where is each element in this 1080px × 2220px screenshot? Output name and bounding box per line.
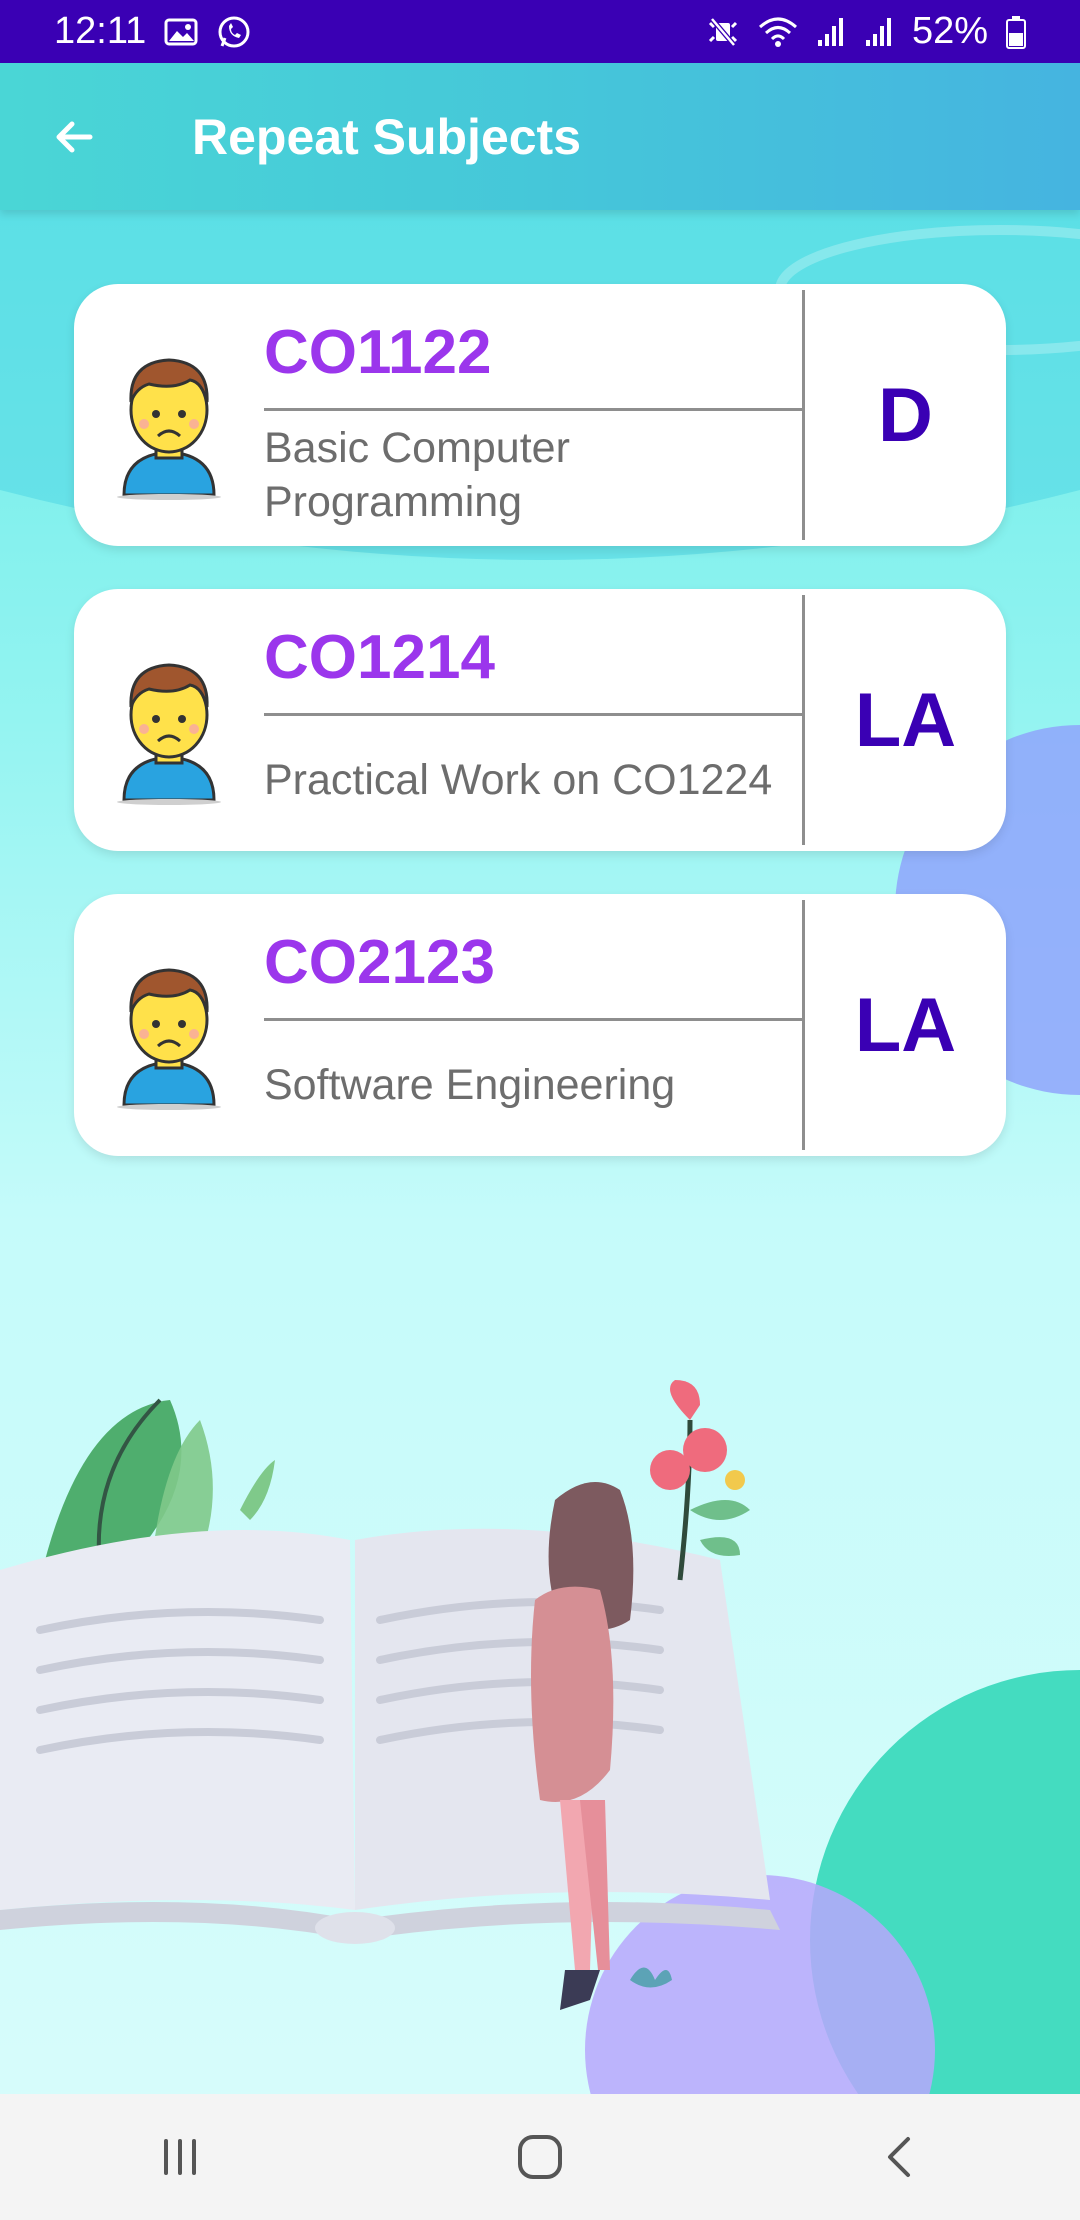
sad-man-icon [117,663,221,805]
status-left: 12:11 [54,10,252,53]
status-bar: 12:11 52% [0,0,1080,63]
subject-card[interactable]: CO2123 Software Engineering LA [74,894,1006,1156]
grade-label: LA [854,982,957,1068]
app-bar: Repeat Subjects [0,63,1080,210]
status-time: 12:11 [54,10,147,52]
subject-name: Practical Work on CO1224 [264,755,773,804]
whatsapp-icon [216,14,252,50]
back-icon [888,2137,910,2177]
home-button[interactable] [480,2107,600,2207]
sad-man-icon [117,358,221,500]
subject-card[interactable]: CO1122 Basic Computer Programming D [74,284,1006,546]
card-body: CO2123 Software Engineering [264,894,802,1156]
battery-icon [1006,15,1026,49]
system-nav-bar [0,2094,1080,2220]
recent-apps-button[interactable] [120,2107,240,2207]
grade-label: D [878,372,933,458]
avatar [74,894,264,1156]
signal-icon [816,16,846,48]
subject-name: Software Engineering [264,1060,676,1109]
back-button[interactable] [38,101,110,173]
status-right: 52% [706,10,1026,53]
subject-code: CO1122 [264,284,802,411]
avatar [74,284,264,546]
wifi-icon [758,15,798,49]
page-title: Repeat Subjects [192,108,582,165]
image-icon [164,17,198,47]
nav-back-button[interactable] [840,2107,960,2207]
card-body: CO1214 Practical Work on CO1224 [264,589,802,851]
recent-apps-icon [164,2139,196,2175]
battery-percent: 52% [911,10,988,52]
arrow-left-icon [56,121,93,152]
subject-code: CO2123 [264,894,802,1021]
signal-icon [864,16,894,48]
grade-label: LA [854,677,957,763]
sad-man-icon [117,968,221,1110]
home-icon [518,2135,562,2179]
subject-card[interactable]: CO1214 Practical Work on CO1224 LA [74,589,1006,851]
card-body: CO1122 Basic Computer Programming [264,284,802,546]
subject-code: CO1214 [264,589,802,716]
avatar [74,589,264,851]
mute-icon [706,15,740,49]
subject-name: Basic Computer Programming [264,423,570,526]
